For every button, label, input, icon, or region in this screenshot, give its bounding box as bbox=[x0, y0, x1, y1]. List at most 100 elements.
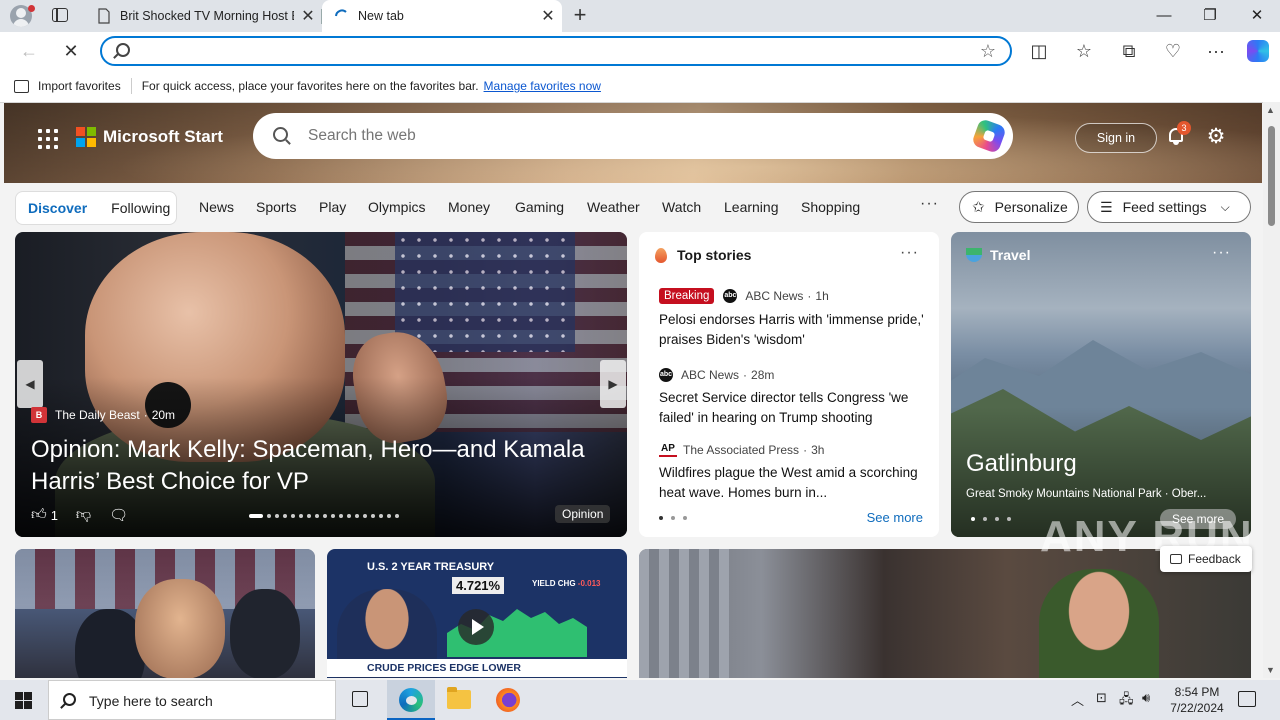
clock-time: 8:54 PM bbox=[1174, 685, 1220, 699]
edge-icon bbox=[399, 688, 423, 712]
scroll-down-arrow-icon[interactable]: ▼ bbox=[1266, 665, 1275, 675]
copilot-icon[interactable] bbox=[971, 118, 1007, 154]
favorite-star-icon[interactable]: ☆ bbox=[980, 40, 996, 62]
copilot-icon[interactable] bbox=[1245, 39, 1271, 63]
tab-brit-shocked[interactable]: Brit Shocked TV Morning Host By ✕ bbox=[84, 0, 322, 32]
nav-news[interactable]: News bbox=[199, 199, 234, 215]
source-name: The Daily Beast bbox=[55, 408, 140, 422]
task-view-button[interactable] bbox=[336, 680, 384, 720]
sign-in-button[interactable]: Sign in bbox=[1075, 123, 1157, 153]
back-button[interactable]: ← bbox=[16, 39, 42, 63]
nav-weather[interactable]: Weather bbox=[587, 199, 640, 215]
edge-taskbar-button[interactable] bbox=[387, 680, 435, 720]
feed-mode-switch: Discover Following bbox=[15, 191, 177, 225]
browser-toolbar: ← ✕ ☆ ◫ ☆ ⧉ ♡ ··· bbox=[0, 32, 1280, 70]
thumbs-down-icon[interactable]: 👎︎ bbox=[76, 506, 91, 524]
nav-money[interactable]: Money bbox=[448, 199, 490, 215]
volume-icon[interactable]: 🔊︎ bbox=[1142, 690, 1150, 706]
address-input[interactable] bbox=[142, 41, 942, 61]
person-face bbox=[135, 579, 225, 678]
feature-headline[interactable]: Opinion: Mark Kelly: Spaceman, Hero—and … bbox=[31, 434, 616, 498]
profile-status-dot bbox=[28, 5, 35, 12]
import-favorites-button[interactable]: Import favorites bbox=[14, 79, 121, 93]
favorites-icon[interactable]: ☆ bbox=[1071, 39, 1097, 63]
nav-sports[interactable]: Sports bbox=[256, 199, 296, 215]
story-item[interactable]: Breaking abc ABC News · 1h Pelosi endors… bbox=[659, 288, 924, 350]
split-screen-icon[interactable]: ◫ bbox=[1026, 39, 1052, 63]
carousel-prev-button[interactable]: ◀ bbox=[17, 360, 43, 408]
carousel-next-button[interactable]: ▶ bbox=[600, 360, 626, 408]
yield-change: YIELD CHG -0.013 bbox=[532, 579, 600, 588]
story-headline[interactable]: Wildfires plague the West amid a scorchi… bbox=[659, 463, 924, 503]
like-button[interactable]: 👍︎ 1 bbox=[31, 506, 58, 524]
tab-following[interactable]: Following bbox=[99, 200, 182, 216]
more-options-button[interactable]: ··· bbox=[900, 244, 919, 262]
nav-gaming[interactable]: Gaming bbox=[515, 199, 564, 215]
see-more-link[interactable]: See more bbox=[867, 510, 923, 525]
island-icon bbox=[966, 248, 982, 262]
nav-more-button[interactable]: ··· bbox=[920, 195, 939, 213]
like-count: 1 bbox=[50, 507, 58, 523]
gear-icon[interactable]: ⚙ bbox=[1206, 126, 1226, 147]
close-window-button[interactable]: ✕ bbox=[1234, 0, 1280, 32]
device-icon[interactable]: ⊡ bbox=[1096, 690, 1107, 706]
start-button-icon[interactable] bbox=[15, 692, 32, 709]
tab-new-tab[interactable]: New tab ✕ bbox=[322, 0, 562, 32]
firefox-taskbar-button[interactable] bbox=[484, 680, 532, 720]
play-button-icon[interactable] bbox=[458, 609, 494, 645]
web-search-box[interactable] bbox=[253, 113, 1013, 159]
story-item[interactable]: AP The Associated Press · 3h Wildfires p… bbox=[659, 443, 924, 503]
feed-settings-button[interactable]: ☰ Feed settings ⌵ bbox=[1087, 191, 1251, 223]
network-icon[interactable]: 🖧︎ bbox=[1119, 690, 1134, 712]
system-clock[interactable]: 8:54 PM 7/22/2024 bbox=[1160, 684, 1234, 716]
file-explorer-taskbar-button[interactable] bbox=[435, 680, 483, 720]
stop-loading-button[interactable]: ✕ bbox=[58, 39, 84, 63]
nav-learning[interactable]: Learning bbox=[724, 199, 779, 215]
travel-card[interactable]: Travel ··· Gatlinburg Great Smoky Mounta… bbox=[951, 232, 1251, 537]
tab-close-icon[interactable]: ✕ bbox=[534, 6, 562, 26]
daily-beast-logo-icon: B bbox=[31, 407, 47, 423]
nav-watch[interactable]: Watch bbox=[662, 199, 701, 215]
tab-strip: Brit Shocked TV Morning Host By ✕ New ta… bbox=[0, 0, 1280, 32]
page-scrollbar[interactable]: ▲ ▼ bbox=[1263, 102, 1280, 678]
nav-play[interactable]: Play bbox=[319, 199, 346, 215]
comment-icon[interactable]: 🗨︎ bbox=[109, 506, 128, 524]
show-hidden-icons-chevron-icon[interactable]: ︿ bbox=[1071, 690, 1084, 709]
personalize-button[interactable]: ✩ Personalize bbox=[959, 191, 1079, 223]
news-thumbnail[interactable] bbox=[15, 549, 315, 678]
address-bar[interactable]: ☆ bbox=[100, 36, 1012, 66]
import-icon bbox=[14, 79, 29, 93]
tab-close-icon[interactable]: ✕ bbox=[294, 6, 322, 26]
destination-name[interactable]: Gatlinburg bbox=[966, 450, 1077, 478]
tab-actions-icon[interactable] bbox=[52, 8, 68, 22]
video-thumbnail[interactable]: U.S. 2 YEAR TREASURY 4.721% YIELD CHG -0… bbox=[327, 549, 627, 678]
taskbar-search[interactable]: Type here to search bbox=[48, 680, 336, 720]
restore-button[interactable]: ❐ bbox=[1187, 0, 1233, 32]
app-launcher-icon[interactable] bbox=[38, 129, 58, 149]
person-face bbox=[1039, 569, 1159, 678]
feedback-icon bbox=[1170, 554, 1182, 564]
manage-favorites-link[interactable]: Manage favorites now bbox=[484, 79, 601, 93]
story-age: 1h bbox=[815, 289, 829, 303]
nav-shopping[interactable]: Shopping bbox=[801, 199, 860, 215]
nav-olympics[interactable]: Olympics bbox=[368, 199, 426, 215]
story-headline[interactable]: Secret Service director tells Congress '… bbox=[659, 388, 924, 428]
scroll-up-arrow-icon[interactable]: ▲ bbox=[1266, 105, 1275, 115]
story-meta: AP The Associated Press · 3h bbox=[659, 443, 924, 457]
notification-center-icon[interactable] bbox=[1238, 691, 1256, 707]
more-options-button[interactable]: ··· bbox=[1212, 244, 1231, 262]
web-search-input[interactable] bbox=[308, 125, 908, 147]
story-headline[interactable]: Pelosi endorses Harris with 'immense pri… bbox=[659, 310, 924, 350]
feature-carousel[interactable]: ◀ ▶ B The Daily Beast · 20m Opinion: Mar… bbox=[15, 232, 627, 537]
minimize-button[interactable]: — bbox=[1141, 0, 1187, 32]
collections-icon[interactable]: ⧉ bbox=[1116, 39, 1142, 63]
tab-discover[interactable]: Discover bbox=[16, 200, 99, 216]
scroll-thumb[interactable] bbox=[1268, 126, 1275, 226]
pager-dots bbox=[659, 516, 687, 520]
browser-essentials-icon[interactable]: ♡ bbox=[1160, 39, 1186, 63]
story-item[interactable]: abc ABC News · 28m Secret Service direct… bbox=[659, 368, 924, 428]
new-tab-button[interactable]: + bbox=[568, 4, 592, 28]
feedback-button[interactable]: Feedback bbox=[1160, 546, 1252, 572]
brand-title[interactable]: Microsoft Start bbox=[103, 127, 223, 147]
settings-more-icon[interactable]: ··· bbox=[1203, 39, 1229, 63]
